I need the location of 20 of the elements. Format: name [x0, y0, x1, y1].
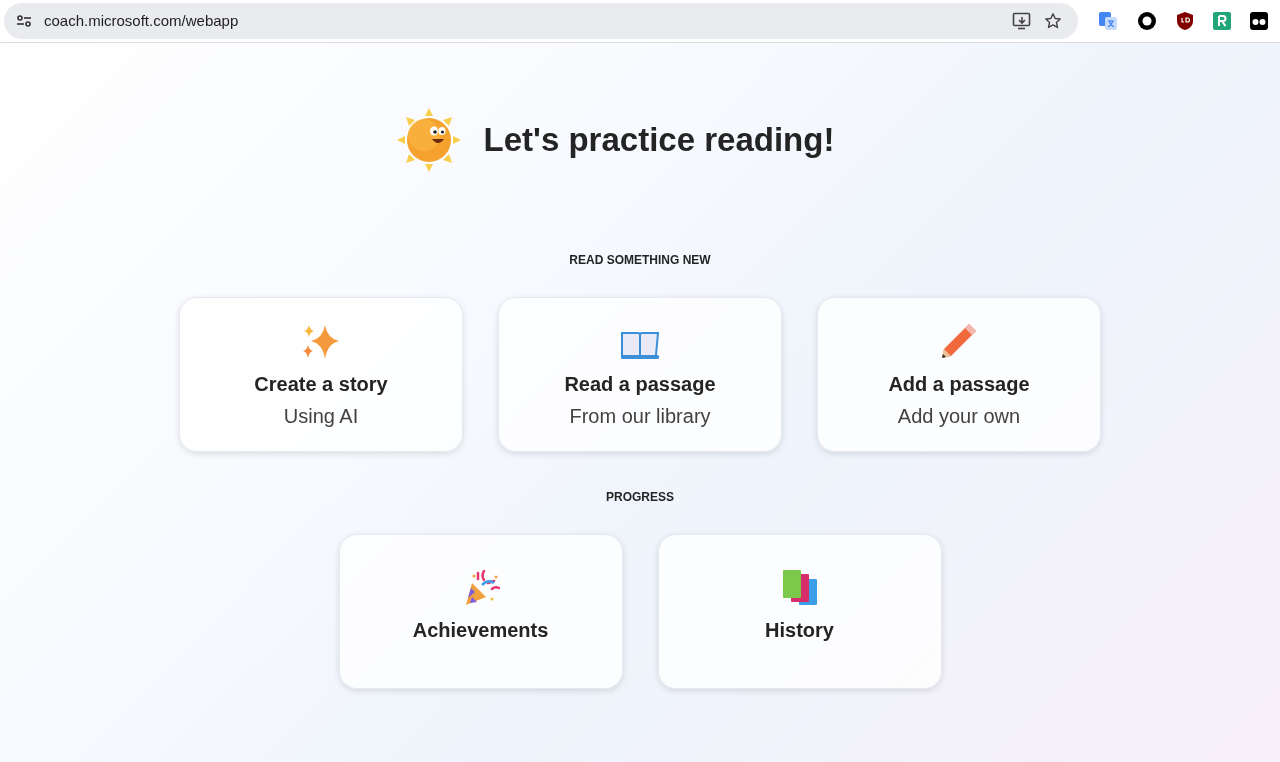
site-settings-icon[interactable]	[16, 14, 32, 28]
page-heading: Let's practice reading!	[483, 120, 835, 161]
stacked-books-icon	[780, 568, 819, 607]
option-card[interactable]: Add a passage Add your own	[817, 297, 1101, 452]
section-heading: READ SOMETHING NEW	[569, 252, 711, 269]
translate-extension-icon[interactable]	[1098, 11, 1118, 31]
option-card[interactable]: Read a passage From our library	[498, 297, 782, 452]
letter-r-extension-icon[interactable]	[1213, 12, 1231, 30]
glasses-extension-icon[interactable]	[1250, 12, 1268, 30]
install-app-icon[interactable]	[1012, 12, 1032, 30]
section-heading: PROGRESS	[606, 489, 674, 506]
ring-extension-icon[interactable]	[1137, 11, 1157, 31]
option-card[interactable]: History	[657, 534, 942, 689]
bookmark-star-icon[interactable]	[1044, 12, 1062, 30]
option-card[interactable]: Create a story Using AI	[179, 297, 463, 452]
shield-extension-icon[interactable]	[1176, 11, 1194, 31]
option-card[interactable]: Achievements	[338, 534, 623, 689]
address-bar[interactable]: coach.microsoft.com/webapp	[4, 3, 1078, 39]
sun-mascot-icon	[395, 107, 462, 173]
url-text: coach.microsoft.com/webapp	[44, 10, 240, 31]
